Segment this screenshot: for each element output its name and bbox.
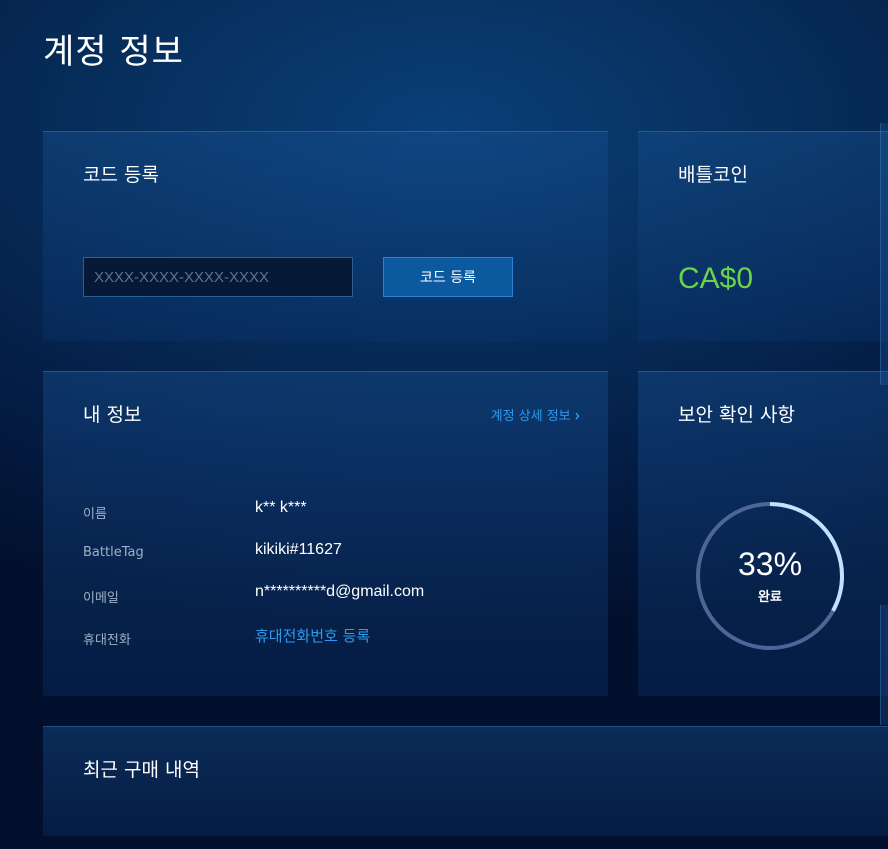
recent-purchases-title: 최근 구매 내역 <box>83 759 200 781</box>
name-label: 이름 <box>83 507 107 522</box>
info-row-name: 이름 k** k*** <box>83 499 583 523</box>
recent-purchases-panel: 최근 구매 내역 <box>43 726 888 836</box>
security-progress-caption: 완료 <box>758 590 782 605</box>
info-row-email: 이메일 n**********d@gmail.com <box>83 583 583 607</box>
security-checklist-panel: 보안 확인 사항 33% 완료 <box>638 371 888 696</box>
security-progress-ring: 33% 완료 <box>694 500 846 652</box>
name-value: k** k*** <box>255 499 307 516</box>
my-info-title: 내 정보 <box>83 404 142 426</box>
my-info-panel: 내 정보 계정 상세 정보 › 이름 k** k*** BattleTag kik… <box>43 371 608 696</box>
code-redeem-panel: 코드 등록 코드 등록 <box>43 131 608 341</box>
battle-coin-panel: 배틀코인 CA$0 <box>638 131 888 341</box>
battletag-label: BattleTag <box>83 545 144 560</box>
info-row-phone: 휴대전화 휴대전화번호 등록 <box>83 625 583 649</box>
code-redeem-title: 코드 등록 <box>83 164 159 186</box>
offscreen-panel-edge <box>880 123 888 385</box>
code-input[interactable] <box>83 257 353 297</box>
security-checklist-title: 보안 확인 사항 <box>678 404 795 426</box>
email-label: 이메일 <box>83 591 119 606</box>
phone-label: 휴대전화 <box>83 633 131 648</box>
info-row-battletag: BattleTag kikiki#11627 <box>83 541 583 565</box>
register-phone-link[interactable]: 휴대전화번호 등록 <box>255 625 370 646</box>
redeem-code-button[interactable]: 코드 등록 <box>383 257 513 297</box>
security-progress-percent: 33% <box>737 546 803 582</box>
page-title: 계정 정보 <box>43 32 184 72</box>
account-details-link-label: 계정 상세 정보 <box>490 409 571 424</box>
chevron-right-icon: › <box>574 406 580 427</box>
battletag-value: kikiki#11627 <box>255 541 342 558</box>
offscreen-panel-edge <box>880 605 888 725</box>
account-details-link[interactable]: 계정 상세 정보 › <box>490 405 580 427</box>
email-value: n**********d@gmail.com <box>255 583 425 600</box>
battle-coin-title: 배틀코인 <box>678 164 748 186</box>
battle-coin-balance: CA$0 <box>678 262 754 295</box>
